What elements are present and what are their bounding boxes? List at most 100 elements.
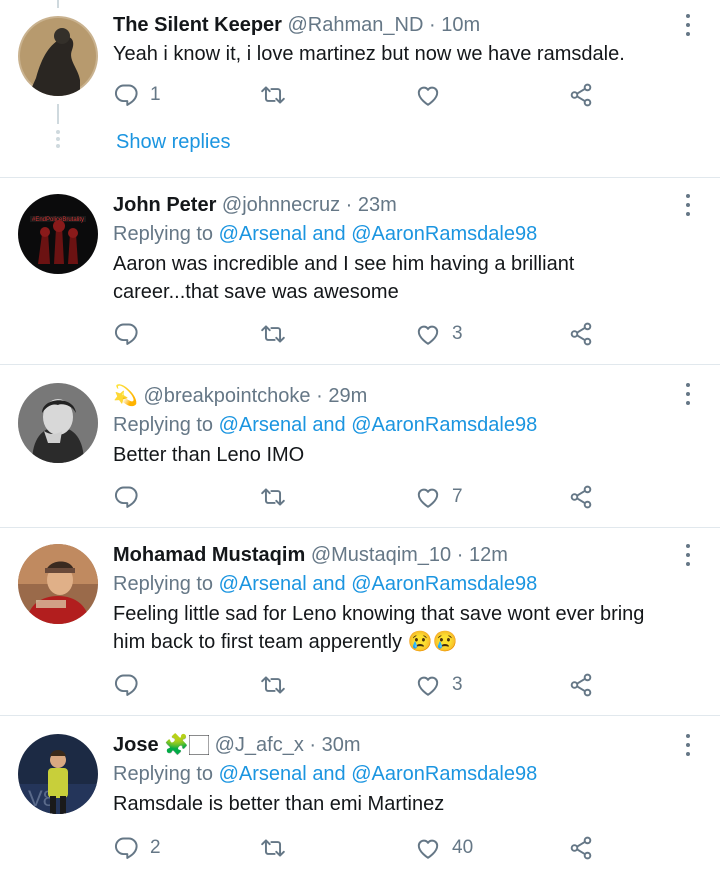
retweet-button[interactable] bbox=[260, 319, 286, 349]
tweet-actions: 2 40 bbox=[113, 833, 613, 863]
user-handle[interactable]: @johnnecruz bbox=[222, 194, 340, 216]
share-button[interactable] bbox=[568, 80, 594, 110]
tweet-header: 💫 @breakpointchoke · 29m bbox=[113, 383, 674, 409]
share-button[interactable] bbox=[568, 482, 594, 512]
reply-icon bbox=[113, 835, 139, 861]
mention-link[interactable]: @Arsenal bbox=[219, 573, 307, 595]
replying-to: Replying to @Arsenal and @AaronRamsdale9… bbox=[113, 221, 674, 247]
mention-link[interactable]: @AaronRamsdale98 bbox=[351, 223, 537, 245]
reply-count: 1 bbox=[150, 84, 161, 105]
tweet-text: Ramsdale is better than emi Martinez bbox=[113, 793, 445, 815]
and-label: and bbox=[312, 573, 346, 595]
tweet-header: John Peter @johnnecruz · 23m bbox=[113, 192, 674, 218]
share-button[interactable] bbox=[568, 319, 594, 349]
reply-feed: The Silent Keeper @Rahman_ND · 10m Yeah … bbox=[0, 0, 720, 879]
reply-button[interactable] bbox=[113, 670, 139, 700]
display-name[interactable]: Jose bbox=[113, 734, 159, 756]
timestamp[interactable]: 12m bbox=[469, 544, 508, 566]
separator: · bbox=[316, 385, 323, 407]
like-button[interactable]: 3 bbox=[415, 670, 463, 700]
mention-link[interactable]: @Arsenal bbox=[219, 223, 307, 245]
timestamp[interactable]: 30m bbox=[322, 734, 361, 756]
name-emoji: 🧩🏻 bbox=[164, 734, 210, 756]
avatar[interactable] bbox=[18, 383, 98, 463]
thread-line bbox=[57, 104, 59, 124]
like-button[interactable]: 3 bbox=[415, 319, 463, 349]
avatar[interactable]: V8 bbox=[18, 734, 98, 814]
display-name[interactable]: 💫 bbox=[113, 385, 138, 407]
separator: · bbox=[345, 194, 353, 216]
replying-label: Replying to bbox=[113, 763, 214, 785]
reply-button[interactable]: 2 bbox=[113, 833, 161, 863]
tweet-actions: 3 bbox=[113, 670, 613, 700]
retweet-button[interactable] bbox=[260, 482, 286, 512]
like-count: 40 bbox=[452, 837, 474, 858]
tweet-1[interactable]: The Silent Keeper @Rahman_ND · 10m Yeah … bbox=[0, 0, 720, 176]
timestamp[interactable]: 10m bbox=[441, 14, 480, 36]
avatar[interactable]: #EndPoliceBrutality bbox=[18, 194, 98, 274]
timestamp[interactable]: 23m bbox=[358, 194, 397, 216]
and-label: and bbox=[312, 763, 346, 785]
like-count: 3 bbox=[452, 323, 463, 344]
show-replies-link[interactable]: Show replies bbox=[116, 131, 231, 154]
separator: · bbox=[428, 14, 436, 36]
mention-link[interactable]: @Arsenal bbox=[219, 763, 307, 785]
user-handle[interactable]: @Mustaqim_10 bbox=[311, 544, 451, 566]
reply-count: 2 bbox=[150, 837, 161, 858]
user-handle[interactable]: @breakpointchoke bbox=[143, 385, 310, 407]
reply-button[interactable]: 1 bbox=[113, 80, 161, 110]
retweet-icon bbox=[260, 835, 286, 861]
mention-link[interactable]: @Arsenal bbox=[219, 414, 307, 436]
share-button[interactable] bbox=[568, 833, 594, 863]
tweet-3[interactable]: 💫 @breakpointchoke · 29m Replying to @Ar… bbox=[0, 365, 720, 527]
heart-icon bbox=[415, 484, 441, 510]
retweet-button[interactable] bbox=[260, 833, 286, 863]
reply-button[interactable] bbox=[113, 482, 139, 512]
share-icon bbox=[568, 835, 594, 861]
display-name[interactable]: The Silent Keeper bbox=[113, 14, 282, 36]
like-button[interactable] bbox=[415, 80, 441, 110]
and-label: and bbox=[312, 223, 346, 245]
more-vertical-icon[interactable] bbox=[678, 12, 698, 38]
reply-button[interactable] bbox=[113, 319, 139, 349]
timestamp[interactable]: 29m bbox=[328, 385, 367, 407]
share-icon bbox=[568, 672, 594, 698]
tweet-header: Mohamad Mustaqim @Mustaqim_10 · 12m bbox=[113, 542, 674, 568]
like-button[interactable]: 40 bbox=[415, 833, 473, 863]
replying-to: Replying to @Arsenal and @AaronRamsdale9… bbox=[113, 761, 674, 787]
thread-dots bbox=[56, 130, 60, 148]
display-name[interactable]: Mohamad Mustaqim bbox=[113, 544, 305, 566]
share-icon bbox=[568, 82, 594, 108]
tweet-text: Better than Leno IMO bbox=[113, 444, 305, 466]
display-name[interactable]: John Peter bbox=[113, 194, 216, 216]
replying-to: Replying to @Arsenal and @AaronRamsdale9… bbox=[113, 571, 674, 597]
more-vertical-icon[interactable] bbox=[678, 542, 698, 568]
mention-link[interactable]: @AaronRamsdale98 bbox=[351, 573, 537, 595]
more-vertical-icon[interactable] bbox=[678, 732, 698, 758]
like-count: 3 bbox=[452, 674, 463, 695]
user-handle[interactable]: @Rahman_ND bbox=[288, 14, 424, 36]
user-handle[interactable]: @J_afc_x bbox=[215, 734, 304, 756]
avatar[interactable] bbox=[18, 16, 98, 96]
more-vertical-icon[interactable] bbox=[678, 381, 698, 407]
mention-link[interactable]: @AaronRamsdale98 bbox=[351, 414, 537, 436]
replying-label: Replying to bbox=[113, 223, 214, 245]
retweet-button[interactable] bbox=[260, 80, 286, 110]
tweet-text: Aaron was incredible and I see him havin… bbox=[113, 253, 575, 303]
tweet-header: Jose 🧩🏻 @J_afc_x · 30m bbox=[113, 732, 674, 758]
and-label: and bbox=[312, 414, 346, 436]
avatar[interactable] bbox=[18, 544, 98, 624]
reply-icon bbox=[113, 484, 139, 510]
tweet-actions: 1 bbox=[113, 80, 613, 110]
retweet-button[interactable] bbox=[260, 670, 286, 700]
share-button[interactable] bbox=[568, 670, 594, 700]
tweet-5[interactable]: V8 Jose 🧩🏻 @J_afc_x · 30m Replying to @A… bbox=[0, 716, 720, 879]
replying-to: Replying to @Arsenal and @AaronRamsdale9… bbox=[113, 412, 674, 438]
share-icon bbox=[568, 321, 594, 347]
tweet-4[interactable]: Mohamad Mustaqim @Mustaqim_10 · 12m Repl… bbox=[0, 528, 720, 715]
mention-link[interactable]: @AaronRamsdale98 bbox=[351, 763, 537, 785]
more-vertical-icon[interactable] bbox=[678, 192, 698, 218]
reply-icon bbox=[113, 321, 139, 347]
like-button[interactable]: 7 bbox=[415, 482, 463, 512]
tweet-2[interactable]: #EndPoliceBrutality John Peter @johnnecr… bbox=[0, 178, 720, 364]
